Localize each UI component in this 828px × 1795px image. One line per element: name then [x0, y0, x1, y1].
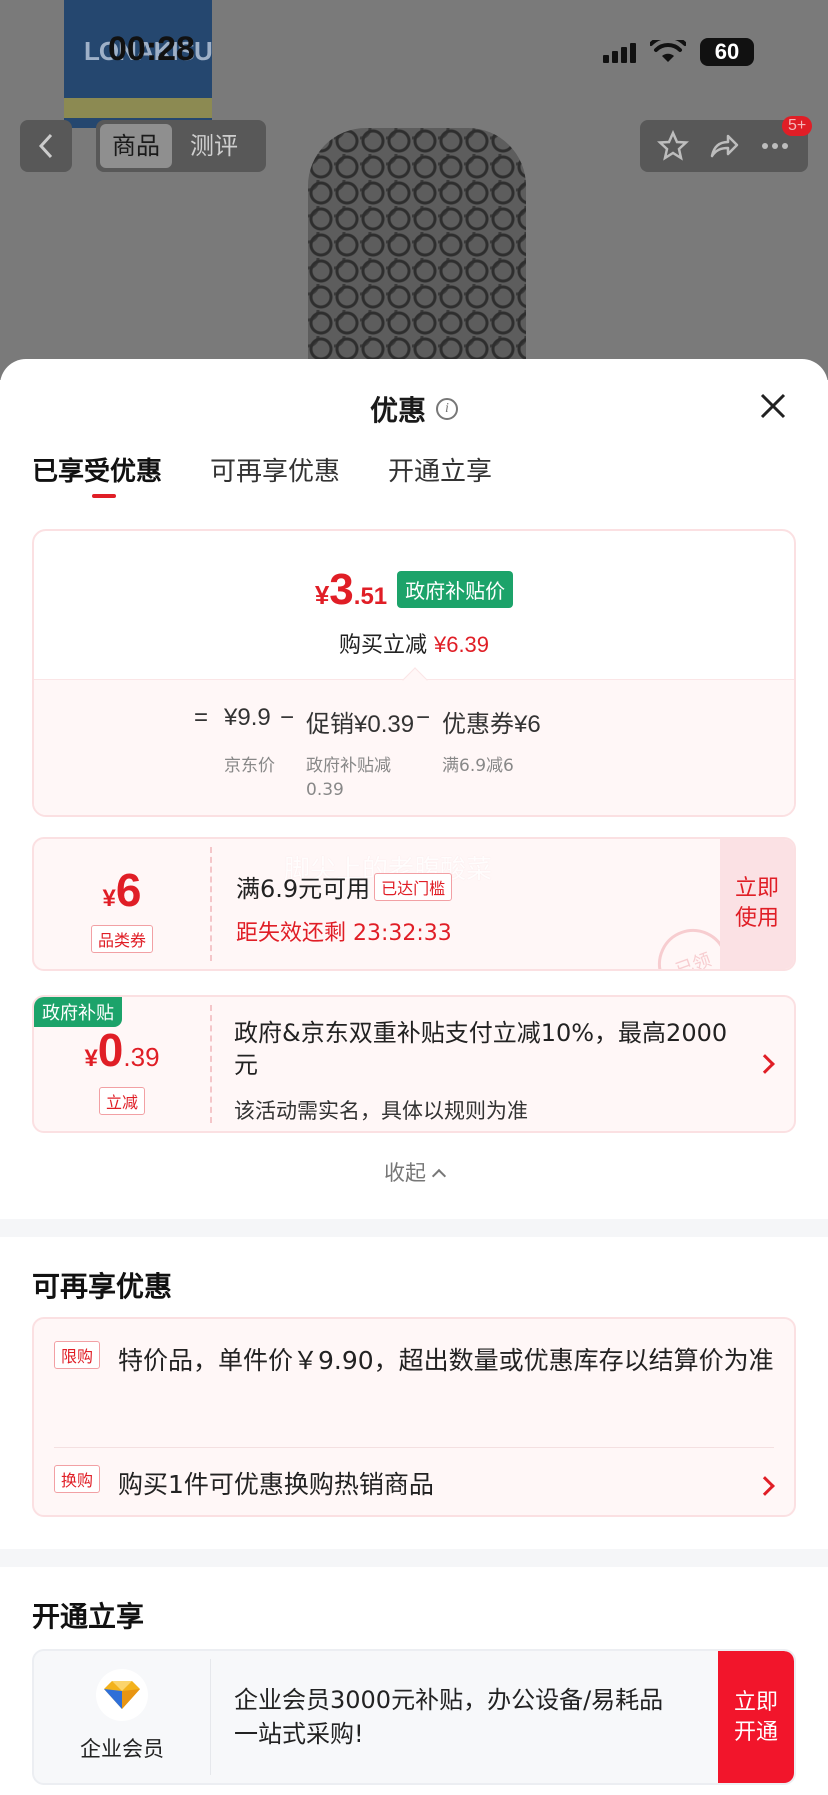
price-decimal: .51	[353, 583, 388, 610]
coupon-divider	[210, 847, 212, 961]
subsidy-amount-int: 0	[97, 1024, 124, 1076]
open-to-enjoy-title: 开通立享	[32, 1600, 145, 1633]
coupon-label: 满6.9减6	[442, 756, 514, 776]
final-price: ¥3.51	[315, 565, 387, 615]
message-badge: 5+	[782, 116, 813, 136]
share-icon[interactable]	[708, 130, 740, 162]
coupon-condition-text: 满6.9元可用	[236, 875, 371, 903]
product-image	[308, 128, 526, 380]
status-time: 00:28	[108, 30, 195, 68]
back-button[interactable]	[20, 120, 72, 172]
discount-tabs: 已享受优惠 可再享优惠 开通立享	[32, 451, 492, 498]
sheet-title: 优惠	[369, 394, 426, 427]
jd-price: ¥9.9	[224, 704, 271, 731]
coupon-currency: ¥	[102, 885, 116, 912]
coupon-type-tag: 品类券	[90, 925, 153, 953]
star-icon[interactable]	[657, 130, 690, 162]
coupon-card: ¥6 品类券 脚尖上的老腹酸菜 满6.9元可用 已达门槛 距失效还剩 23:32:…	[32, 837, 796, 971]
enterprise-member-card: 企业会员 企业会员3000元补贴，办公设备/易耗品一站式采购! 立即开通	[32, 1649, 796, 1785]
gov-subsidy-card[interactable]: 政府补贴 ¥0.39 立减 政府&京东双重补贴支付立减10%，最高2000元 该…	[32, 995, 796, 1133]
coupon-value: ¥6 品类券	[34, 839, 210, 969]
more-discounts-title: 可再享优惠	[32, 1270, 173, 1303]
promo-label: 政府补贴减0.39	[306, 756, 391, 800]
more-icon[interactable]	[759, 130, 791, 162]
coupon-amount: ¥6	[34, 863, 210, 917]
use-now-label: 立即使用	[734, 876, 779, 931]
coupon-amount-value: 6	[115, 864, 142, 916]
subsidy-currency: ¥	[84, 1045, 98, 1072]
minus-sign: −	[416, 704, 431, 731]
limited-purchase-text: 特价品，单件价￥9.90，超出数量或优惠库存以结算价为准	[118, 1346, 774, 1375]
coupon-discount: 优惠券¥6	[442, 711, 541, 738]
background-product-page: LONAKISU 00:28 60 商品 测评 5+	[0, 0, 828, 380]
promo-discount: 促销¥0.39	[306, 711, 415, 738]
enterprise-member-description: 企业会员3000元补贴，办公设备/易耗品一站式采购!	[234, 1686, 664, 1748]
final-price-card: ¥3.51 政府补贴价 购买立减 ¥6.39 = ¥9.9 − 促销¥0.39 …	[32, 529, 796, 817]
jd-price-label: 京东价	[224, 756, 275, 776]
wifi-icon	[650, 40, 686, 62]
enterprise-member-label: 企业会员	[80, 1737, 164, 1761]
tab-product[interactable]: 商品	[100, 124, 172, 168]
price-breakdown: = ¥9.9 − 促销¥0.39 − 优惠券¥6 京东价 政府补贴减0.39 满…	[34, 679, 794, 815]
minus-sign: −	[280, 704, 295, 731]
chevron-right-icon	[755, 1054, 775, 1074]
coupon-condition: 满6.9元可用 已达门槛	[236, 869, 453, 904]
savings-label: 购买立减	[338, 633, 427, 658]
discount-sheet: 优惠 i 已享受优惠 可再享优惠 开通立享 ¥3.51 政府补贴价 购买立减 ¥6…	[0, 359, 828, 1795]
collapse-label: 收起	[384, 1161, 426, 1185]
open-now-button[interactable]: 立即开通	[718, 1651, 794, 1783]
row-divider	[54, 1447, 774, 1448]
coupon-countdown: 距失效还剩 23:32:33	[236, 921, 452, 946]
collapse-toggle[interactable]: 收起	[0, 1157, 828, 1187]
price-currency: ¥	[314, 580, 330, 610]
chevron-left-icon	[38, 133, 53, 159]
exchange-purchase-tag: 换购	[54, 1465, 101, 1493]
gov-subsidy-price-tag: 政府补贴价	[397, 571, 514, 608]
equals-sign: =	[194, 704, 209, 731]
instant-discount-tag: 立减	[98, 1087, 145, 1115]
sheet-header: 优惠 i	[0, 389, 828, 429]
final-price-row: ¥3.51 政府补贴价	[34, 565, 794, 615]
enterprise-member-logo-icon	[96, 1669, 148, 1721]
more-discounts-card: 限购 特价品，单件价￥9.90，超出数量或优惠库存以结算价为准 换购 购买1件可…	[32, 1317, 796, 1517]
subsidy-amount: ¥0.39	[34, 1023, 210, 1077]
subsidy-amount-dec: .39	[123, 1042, 160, 1072]
section-separator	[0, 1219, 828, 1237]
subsidy-description: 政府&京东双重补贴支付立减10%，最高2000元	[234, 1019, 728, 1079]
member-divider	[210, 1659, 211, 1775]
close-icon[interactable]	[758, 391, 788, 421]
exchange-purchase-text: 购买1件可优惠换购热销商品	[118, 1470, 434, 1499]
subsidy-divider	[210, 1005, 212, 1123]
tab-open-to-enjoy[interactable]: 开通立享	[388, 451, 492, 498]
tab-enjoyed[interactable]: 已享受优惠	[32, 451, 162, 498]
status-icons: 60	[603, 38, 754, 66]
product-tabs: 商品 测评	[96, 120, 266, 172]
chevron-up-icon	[431, 1168, 447, 1184]
battery-icon: 60	[700, 38, 754, 66]
total-savings: 购买立减 ¥6.39	[34, 627, 794, 659]
limited-purchase-tag: 限购	[54, 1341, 101, 1369]
savings-amount: ¥6.39	[433, 632, 490, 657]
enterprise-member-badge: 企业会员	[34, 1651, 210, 1783]
tab-more-available[interactable]: 可再享优惠	[210, 451, 340, 498]
threshold-reached-tag: 已达门槛	[374, 873, 453, 901]
cellular-signal-icon	[603, 41, 636, 63]
use-now-button[interactable]: 立即使用	[720, 839, 794, 969]
exchange-purchase-item[interactable]: 换购 购买1件可优惠换购热销商品	[54, 1463, 774, 1507]
info-icon[interactable]: i	[436, 398, 458, 420]
open-now-label: 立即开通	[733, 1690, 778, 1745]
section-separator	[0, 1549, 828, 1567]
diamond-icon	[104, 1681, 140, 1709]
price-integer: 3	[329, 565, 354, 614]
limited-purchase-item: 限购 特价品，单件价￥9.90，超出数量或优惠库存以结算价为准	[54, 1339, 774, 1383]
tab-review[interactable]: 测评	[178, 124, 250, 168]
subsidy-note: 该活动需实名，具体以规则为准	[234, 1099, 528, 1123]
